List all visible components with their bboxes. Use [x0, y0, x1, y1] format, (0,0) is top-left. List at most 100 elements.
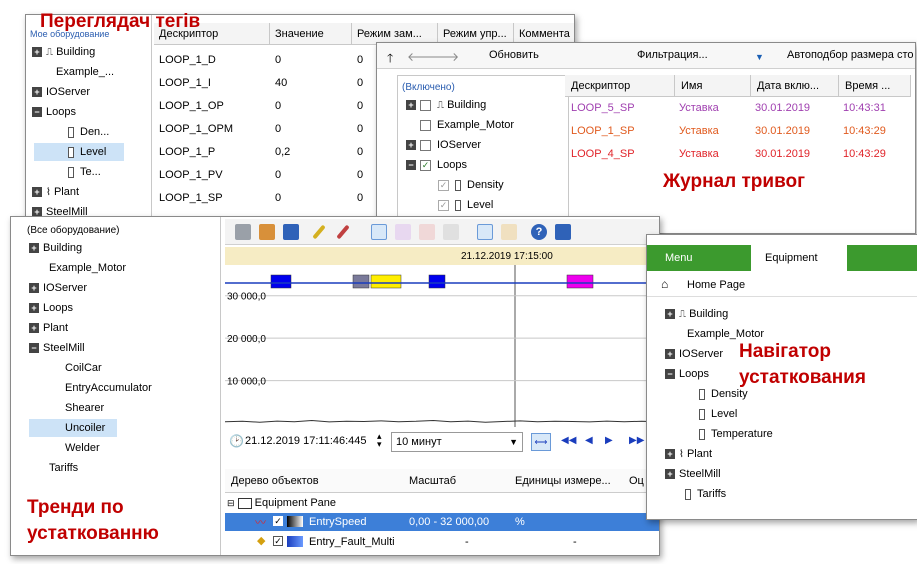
column-date[interactable]: Дата вклю... — [751, 75, 839, 97]
checkbox-checked[interactable]: ✓ — [273, 536, 283, 546]
nav-item-temperature[interactable]: Temperature — [699, 425, 773, 443]
column-name[interactable]: Имя — [675, 75, 751, 97]
cell-descriptor[interactable]: LOOP_1_P — [154, 141, 215, 164]
dropdown-arrow-icon[interactable]: ▼ — [755, 52, 764, 62]
tree-item-steelmill[interactable]: − SteelMill — [29, 339, 85, 357]
prev-page-icon[interactable]: ◀ — [585, 435, 593, 446]
cell-descriptor[interactable]: LOOP_1_I — [154, 72, 211, 95]
cell-descriptor[interactable]: LOOP_1_SP — [154, 187, 223, 210]
trend-chart[interactable]: 21.12.2019 17:15:00 30 000,0 20 000,0 10 0… — [225, 247, 659, 427]
alarm-date[interactable]: 30.01.2019 — [755, 97, 810, 120]
collapse-icon[interactable]: − — [406, 160, 416, 171]
expand-icon[interactable]: + — [29, 283, 39, 294]
cursor-mode-icon[interactable] — [371, 224, 387, 240]
alarm-descriptor[interactable]: LOOP_1_SP — [571, 120, 635, 143]
checkbox-checked[interactable]: ✓ — [438, 179, 449, 191]
alarm-name[interactable]: Уставка — [679, 120, 719, 143]
tree-item-welder[interactable]: Welder — [65, 439, 100, 457]
alarm-name[interactable]: Уставка — [679, 143, 719, 166]
nav-item-plant[interactable]: + ⌇ Plant — [665, 445, 712, 463]
next-page-icon[interactable]: ▶ — [605, 435, 613, 446]
color-swatch[interactable] — [287, 516, 303, 527]
autosize-button[interactable]: Автоподбор размера сто — [787, 49, 913, 61]
expand-icon[interactable]: + — [32, 47, 42, 58]
cell-mode[interactable]: 0 — [352, 164, 363, 187]
tree-item-coilcar[interactable]: CoilCar — [65, 359, 102, 377]
alarm-date[interactable]: 30.01.2019 — [755, 120, 810, 143]
tree-item-ioserver[interactable]: + IOServer — [29, 279, 87, 297]
column-descriptor[interactable]: Дескриптор — [565, 75, 675, 97]
collapse-icon[interactable]: − — [32, 107, 42, 118]
tree-item-building[interactable]: + Building — [29, 239, 82, 257]
nav-item-tariffs[interactable]: Tariffs — [685, 485, 726, 503]
expand-icon[interactable]: + — [29, 243, 39, 254]
tree-item-example[interactable]: Example_... — [56, 63, 114, 81]
alarm-time[interactable]: 10:43:31 — [843, 97, 886, 120]
expand-icon[interactable]: + — [406, 140, 416, 151]
checkbox[interactable] — [420, 119, 431, 131]
tree-item-loops[interactable]: + Loops — [29, 299, 73, 317]
checkbox[interactable] — [420, 99, 431, 111]
checkbox-checked[interactable]: ✓ — [438, 199, 449, 211]
home-row[interactable]: ⌂ Home Page — [647, 273, 917, 297]
event-segment[interactable] — [270, 274, 292, 289]
alarm-name[interactable]: Уставка — [679, 97, 719, 120]
config-icon[interactable] — [501, 224, 517, 240]
fit-range-icon[interactable]: ⟷ — [531, 433, 551, 451]
cell-mode[interactable]: 0 — [352, 118, 363, 141]
cell-value[interactable]: 0,2 — [270, 141, 290, 164]
collapse-icon[interactable]: − — [29, 343, 39, 354]
cell-value[interactable]: 0 — [270, 118, 281, 141]
help-icon[interactable]: ? — [531, 224, 547, 240]
alarm-time[interactable]: 10:43:29 — [843, 143, 886, 166]
nav-item-ioserver[interactable]: + IOServer — [665, 345, 723, 363]
nav-item-building[interactable]: + ⎍ Building — [665, 305, 728, 323]
collapse-icon[interactable]: ⊟ — [227, 498, 235, 508]
expand-icon[interactable]: + — [406, 100, 416, 111]
tree-item-level[interactable]: ✓ Level — [438, 196, 493, 214]
event-segment[interactable] — [428, 274, 446, 289]
cell-descriptor[interactable]: LOOP_1_OP — [154, 95, 224, 118]
tree-item-level[interactable]: Level — [34, 143, 124, 161]
first-page-icon[interactable]: ◀◀ — [561, 435, 576, 446]
cell-value[interactable]: 40 — [270, 72, 287, 95]
ruler-icon[interactable] — [419, 224, 435, 240]
checkbox[interactable] — [420, 139, 431, 151]
duration-select[interactable]: 10 минут ▼ — [391, 432, 523, 452]
tree-item-plant[interactable]: + Plant — [29, 319, 68, 337]
alarm-time[interactable]: 10:43:29 — [843, 120, 886, 143]
event-segment[interactable] — [370, 274, 402, 289]
nav-item-steelmill[interactable]: + SteelMill — [665, 465, 721, 483]
cell-value[interactable]: 0 — [270, 49, 281, 72]
collapse-icon[interactable]: − — [665, 369, 675, 380]
expand-icon[interactable]: + — [665, 469, 675, 480]
tree-item-entryaccumulator[interactable]: EntryAccumulator — [65, 379, 152, 397]
table-row[interactable]: ◆ ✓ Entry_Fault_Multi - - — [225, 533, 659, 551]
tree-item-density[interactable]: Den... — [68, 123, 109, 141]
spin-arrows-icon[interactable]: ▴ ▾ — [377, 432, 382, 449]
cell-mode[interactable]: 0 — [352, 49, 363, 72]
cell-value[interactable]: 0 — [270, 95, 281, 118]
color-swatch[interactable] — [287, 536, 303, 547]
event-segment[interactable] — [566, 274, 594, 289]
group-row[interactable]: ⊟ Equipment Pane — [227, 497, 336, 509]
alarm-descriptor[interactable]: LOOP_4_SP — [571, 143, 635, 166]
tree-item-plant[interactable]: + ⌇ Plant — [32, 183, 79, 201]
tree-item-ioserver[interactable]: + IOServer — [406, 136, 481, 154]
column-time[interactable]: Время ... — [839, 75, 911, 97]
checkbox-checked[interactable]: ✓ — [273, 516, 283, 526]
cell-descriptor[interactable]: LOOP_1_PV — [154, 164, 223, 187]
cell-mode[interactable]: 0 — [352, 141, 363, 164]
checkbox-checked[interactable]: ✓ — [420, 159, 431, 171]
event-segment[interactable] — [352, 274, 370, 289]
alarm-descriptor[interactable]: LOOP_5_SP — [571, 97, 635, 120]
nav-item-level[interactable]: Level — [699, 405, 737, 423]
last-page-icon[interactable]: ▶▶ — [629, 435, 644, 446]
pen-icon[interactable] — [336, 224, 350, 240]
forward-arrow-icon[interactable]: 🡒 — [427, 49, 459, 64]
column-object-tree[interactable]: Дерево объектов — [231, 475, 319, 487]
measure-icon[interactable] — [395, 224, 411, 240]
tree-item-uncoiler[interactable]: Uncoiler — [29, 419, 117, 437]
cell-mode[interactable]: 0 — [352, 95, 363, 118]
cell-mode[interactable]: 0 — [352, 72, 363, 95]
